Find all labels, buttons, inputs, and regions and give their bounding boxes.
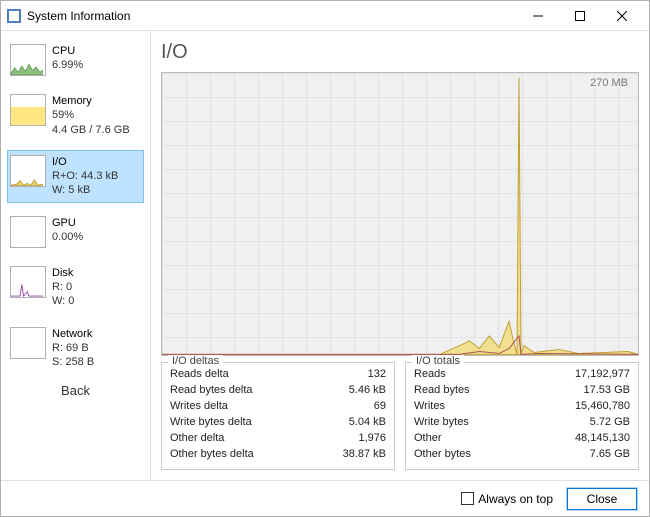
main-panel: I/O 270 MB I/O deltas Reads delta132 Rea…	[151, 31, 649, 480]
sidebar-item-network[interactable]: Network R: 69 B S: 258 B	[7, 322, 144, 375]
gpu-sparkline	[10, 216, 46, 248]
sidebar-item-label: I/O	[52, 155, 118, 169]
sidebar: CPU 6.99% Memory 59% 4.4 GB / 7.6 GB I/O	[1, 31, 151, 480]
maximize-button[interactable]	[559, 2, 601, 30]
cpu-sparkline	[10, 44, 46, 76]
stat-row: Reads17,192,977	[414, 367, 630, 383]
sidebar-item-label: GPU	[52, 216, 83, 230]
minimize-button[interactable]	[517, 2, 559, 30]
chart-plot	[162, 73, 638, 355]
sidebar-item-label: Memory	[52, 94, 130, 108]
stat-row: Other bytes7.65 GB	[414, 447, 630, 463]
sidebar-item-value: 0.00%	[52, 230, 83, 244]
bottom-bar: Always on top Close	[1, 480, 649, 516]
app-icon	[7, 9, 21, 23]
always-on-top-label: Always on top	[478, 492, 553, 506]
back-button[interactable]: Back	[7, 383, 144, 398]
io-totals-legend: I/O totals	[412, 355, 464, 367]
always-on-top-checkbox[interactable]: Always on top	[461, 492, 553, 506]
sidebar-item-detail: W: 0	[52, 294, 74, 308]
sidebar-item-detail: 4.4 GB / 7.6 GB	[52, 123, 130, 137]
sidebar-item-label: Network	[52, 327, 94, 341]
stat-row: Writes15,460,780	[414, 399, 630, 415]
stat-row: Other bytes delta38.87 kB	[170, 447, 386, 463]
sidebar-item-memory[interactable]: Memory 59% 4.4 GB / 7.6 GB	[7, 89, 144, 142]
io-deltas-legend: I/O deltas	[168, 355, 223, 367]
sidebar-item-detail: S: 258 B	[52, 355, 94, 369]
stat-row: Read bytes17.53 GB	[414, 383, 630, 399]
sidebar-item-gpu[interactable]: GPU 0.00%	[7, 211, 144, 253]
stat-row: Write bytes5.72 GB	[414, 415, 630, 431]
system-information-window: System Information CPU 6.99% Memory	[0, 0, 650, 517]
sidebar-item-value: R: 0	[52, 280, 74, 294]
sidebar-item-value: R: 69 B	[52, 341, 94, 355]
stat-row: Writes delta69	[170, 399, 386, 415]
memory-sparkline	[10, 94, 46, 126]
sidebar-item-cpu[interactable]: CPU 6.99%	[7, 39, 144, 81]
stat-row: Other delta1,976	[170, 431, 386, 447]
close-window-button[interactable]	[601, 2, 643, 30]
stat-row: Read bytes delta5.46 kB	[170, 383, 386, 399]
sidebar-item-disk[interactable]: Disk R: 0 W: 0	[7, 261, 144, 314]
sidebar-item-label: CPU	[52, 44, 83, 58]
io-sparkline	[10, 155, 46, 187]
checkbox-icon	[461, 492, 474, 505]
sidebar-item-label: Disk	[52, 266, 74, 280]
sidebar-item-value: 59%	[52, 108, 130, 122]
stat-row: Other48,145,130	[414, 431, 630, 447]
sidebar-item-detail: W: 5 kB	[52, 183, 118, 197]
stat-row: Write bytes delta5.04 kB	[170, 415, 386, 431]
network-sparkline	[10, 327, 46, 359]
io-chart: 270 MB	[161, 72, 639, 356]
window-title: System Information	[27, 9, 517, 23]
sidebar-item-value: 6.99%	[52, 58, 83, 72]
disk-sparkline	[10, 266, 46, 298]
stat-row: Reads delta132	[170, 367, 386, 383]
page-title: I/O	[161, 41, 639, 64]
io-deltas-box: I/O deltas Reads delta132 Read bytes del…	[161, 362, 395, 470]
titlebar: System Information	[1, 1, 649, 31]
sidebar-item-io[interactable]: I/O R+O: 44.3 kB W: 5 kB	[7, 150, 144, 203]
sidebar-item-value: R+O: 44.3 kB	[52, 169, 118, 183]
close-button[interactable]: Close	[567, 488, 637, 510]
io-totals-box: I/O totals Reads17,192,977 Read bytes17.…	[405, 362, 639, 470]
